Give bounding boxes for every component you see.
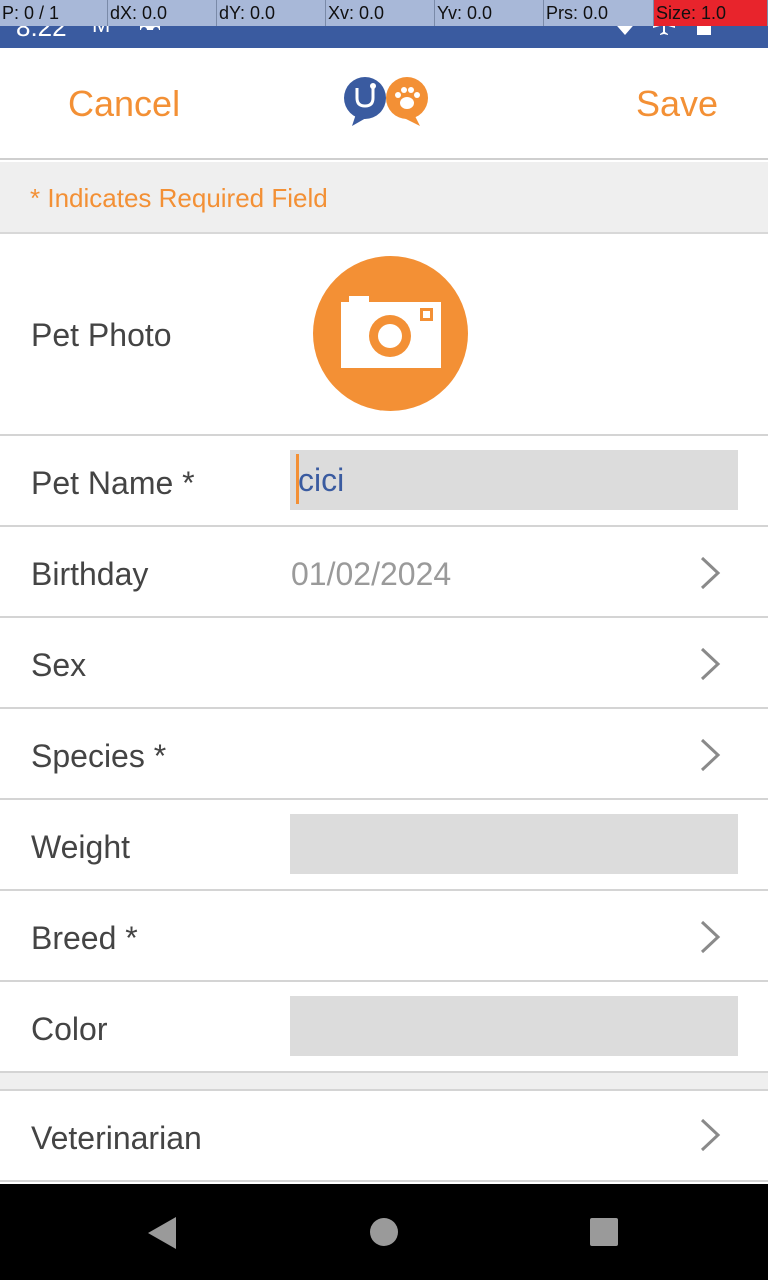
camera-icon (341, 296, 441, 368)
birthday-row[interactable]: Birthday 01/02/2024 (0, 527, 768, 618)
veterinarian-label: Veterinarian (31, 1120, 202, 1156)
chevron-right-icon (700, 920, 721, 954)
save-button[interactable]: Save (636, 84, 718, 124)
birthday-value: 01/02/2024 (291, 556, 452, 592)
color-row: Color (0, 982, 768, 1073)
vet-paw-logo-icon (344, 77, 428, 126)
navigation-bar (0, 1184, 768, 1280)
birthday-label: Birthday (31, 556, 149, 592)
overlay-pressure: Prs: 0.0 (544, 0, 654, 26)
add-photo-button[interactable] (313, 256, 468, 411)
overlay-pointer: P: 0 / 1 (0, 0, 108, 26)
section-divider (0, 1073, 768, 1091)
weight-input[interactable] (290, 814, 738, 874)
pet-photo-row: Pet Photo (0, 234, 768, 436)
breed-label: Breed * (31, 920, 138, 956)
chevron-right-icon (700, 738, 721, 772)
pet-name-label: Pet Name * (31, 465, 195, 501)
overlay-dx: dX: 0.0 (108, 0, 217, 26)
required-field-hint: * Indicates Required Field (0, 162, 768, 234)
chevron-right-icon (700, 1118, 721, 1152)
breed-row[interactable]: Breed * (0, 891, 768, 982)
home-icon[interactable] (369, 1217, 399, 1247)
species-row[interactable]: Species * (0, 709, 768, 800)
overlay-yv: Yv: 0.0 (435, 0, 544, 26)
color-input[interactable] (290, 996, 738, 1056)
overlay-size: Size: 1.0 (654, 0, 768, 26)
chevron-right-icon (700, 647, 721, 681)
pet-name-row: Pet Name * cici (0, 436, 768, 527)
weight-label: Weight (31, 829, 131, 865)
recents-icon[interactable] (589, 1217, 619, 1247)
color-label: Color (31, 1011, 108, 1047)
sex-row[interactable]: Sex (0, 618, 768, 709)
sex-label: Sex (31, 647, 87, 683)
pointer-location-overlay: P: 0 / 1 dX: 0.0 dY: 0.0 Xv: 0.0 Yv: 0.0… (0, 0, 768, 26)
weight-row: Weight (0, 800, 768, 891)
species-label: Species * (31, 738, 167, 774)
cancel-button[interactable]: Cancel (68, 84, 180, 124)
pet-name-value: cici (298, 462, 345, 498)
pet-name-input[interactable]: cici (290, 450, 738, 510)
app-header: Cancel Save (0, 48, 768, 160)
veterinarian-row[interactable]: Veterinarian (0, 1091, 768, 1182)
back-icon[interactable] (146, 1216, 178, 1250)
overlay-xv: Xv: 0.0 (326, 0, 435, 26)
overlay-dy: dY: 0.0 (217, 0, 326, 26)
required-field-text: * Indicates Required Field (30, 183, 328, 213)
pet-photo-label: Pet Photo (31, 317, 172, 353)
chevron-right-icon (700, 556, 721, 590)
